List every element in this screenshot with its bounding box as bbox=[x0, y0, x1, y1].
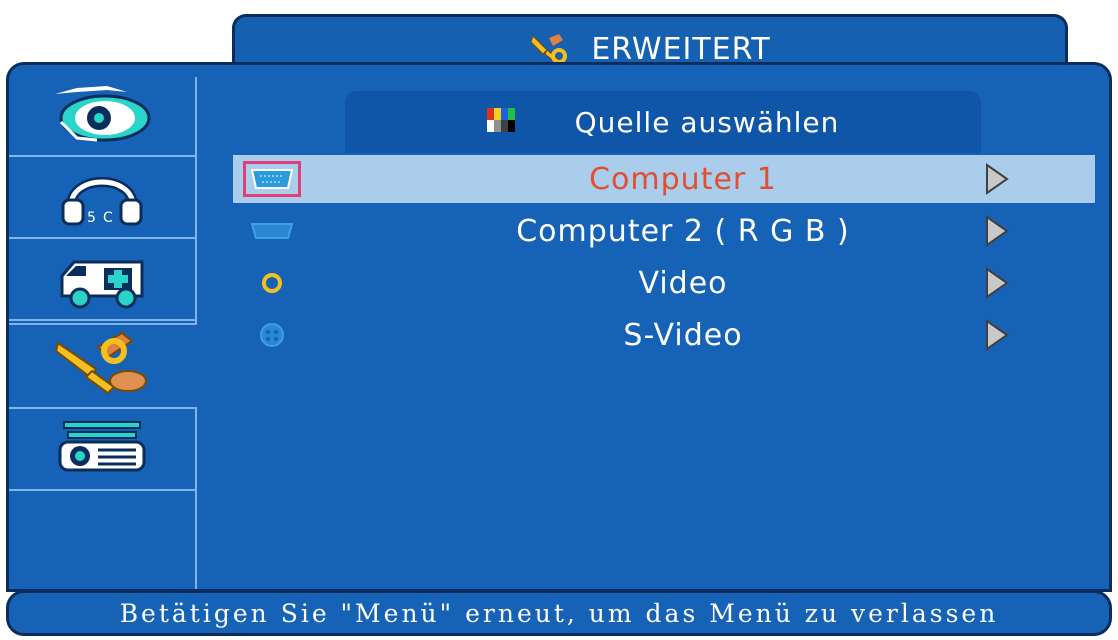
source-label: Computer 1 bbox=[589, 161, 777, 197]
submenu-header: Quelle auswählen bbox=[345, 91, 981, 153]
source-item-s-video[interactable]: S-Video bbox=[233, 311, 1095, 359]
sidebar-item-picture[interactable] bbox=[9, 77, 195, 157]
picture-eye-icon bbox=[47, 82, 157, 150]
source-item-video[interactable]: Video bbox=[233, 259, 1095, 307]
arrow-right-icon[interactable] bbox=[985, 163, 1009, 199]
vga-port-icon bbox=[243, 213, 301, 249]
sidebar-item-audio[interactable]: 5 C bbox=[9, 159, 195, 239]
sidebar-item-advanced[interactable] bbox=[9, 323, 198, 409]
color-bars-icon bbox=[486, 108, 515, 136]
source-label: S-Video bbox=[623, 317, 743, 353]
submenu-title: Quelle auswählen bbox=[574, 105, 840, 139]
vga-port-icon bbox=[243, 161, 301, 197]
arrow-right-icon[interactable] bbox=[985, 319, 1009, 355]
sidebar: 5 C bbox=[9, 77, 198, 589]
source-label: Video bbox=[638, 265, 728, 301]
arrow-right-icon[interactable] bbox=[985, 267, 1009, 303]
sidebar-item-setup[interactable] bbox=[9, 241, 195, 321]
footer-hint: Betätigen Sie "Menü" erneut, um das Menü… bbox=[119, 598, 999, 628]
setup-ambulance-icon bbox=[54, 246, 150, 314]
source-label: Computer 2 ( R G B ) bbox=[516, 213, 850, 249]
menu-panel: 5 C Quelle auswählen Computer 1 Computer… bbox=[6, 62, 1112, 592]
svg-text:5: 5 bbox=[87, 210, 96, 226]
audio-headphones-icon: 5 C bbox=[57, 164, 147, 232]
sidebar-item-projector[interactable] bbox=[9, 411, 195, 491]
source-item-computer-2[interactable]: Computer 2 ( R G B ) bbox=[233, 207, 1095, 255]
svideo-port-icon bbox=[243, 317, 301, 353]
projector-icon bbox=[54, 418, 150, 482]
rca-port-icon bbox=[243, 265, 301, 301]
arrow-right-icon[interactable] bbox=[985, 215, 1009, 251]
source-item-computer-1[interactable]: Computer 1 bbox=[233, 155, 1095, 203]
svg-text:C: C bbox=[103, 210, 113, 226]
tools-icon bbox=[52, 329, 152, 403]
footer-hint-bar: Betätigen Sie "Menü" erneut, um das Menü… bbox=[6, 590, 1112, 636]
